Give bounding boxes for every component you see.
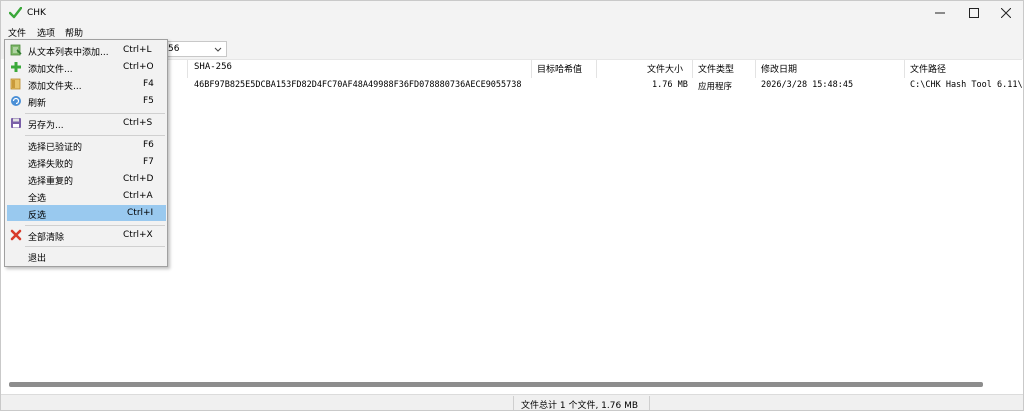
title-bar[interactable]: CHK bbox=[1, 1, 1023, 25]
plus-icon bbox=[11, 62, 21, 72]
menu-item-select-failed[interactable]: 选择失败的 F7 bbox=[7, 154, 166, 170]
close-icon bbox=[1001, 8, 1011, 18]
menu-item-invert-selection[interactable]: 反选 Ctrl+I bbox=[7, 205, 166, 221]
file-menu-dropdown: 从文本列表中添加... Ctrl+L 添加文件... Ctrl+O 添加文件夹.… bbox=[4, 39, 168, 267]
menu-item-label: 添加文件夹... bbox=[28, 82, 82, 92]
menu-item-clear-all[interactable]: 全部清除 Ctrl+X bbox=[7, 227, 166, 243]
menu-separator bbox=[25, 113, 165, 114]
minimize-button[interactable] bbox=[923, 1, 957, 25]
menu-item-label: 全部清除 bbox=[28, 233, 65, 243]
menu-item-add-from-list[interactable]: 从文本列表中添加... Ctrl+L bbox=[7, 42, 166, 58]
column-separator[interactable] bbox=[596, 60, 597, 78]
cell-size: 1.76 MB bbox=[652, 80, 688, 90]
menu-item-save-as[interactable]: 另存为... Ctrl+S bbox=[7, 115, 166, 131]
menu-item-shortcut: Ctrl+D bbox=[123, 174, 154, 184]
column-header-path[interactable]: 文件路径 bbox=[910, 62, 946, 76]
column-header-size[interactable]: 文件大小 bbox=[647, 62, 683, 76]
menu-item-shortcut: Ctrl+I bbox=[127, 208, 154, 218]
green-check-icon bbox=[9, 7, 22, 19]
menu-item-shortcut: F5 bbox=[143, 96, 154, 106]
menu-item-label: 另存为... bbox=[28, 121, 64, 131]
cell-type: 应用程序 bbox=[698, 82, 733, 92]
add-from-list-icon bbox=[10, 44, 22, 56]
status-divider bbox=[649, 396, 650, 410]
maximize-button[interactable] bbox=[957, 1, 991, 25]
menu-item-add-folder[interactable]: 添加文件夹... F4 bbox=[7, 76, 166, 92]
menu-item-label: 从文本列表中添加... bbox=[28, 48, 109, 58]
menu-item-label: 刷新 bbox=[28, 99, 47, 109]
maximize-icon bbox=[969, 8, 979, 18]
minimize-icon bbox=[935, 12, 945, 14]
refresh-icon bbox=[11, 96, 21, 106]
menu-item-label: 退出 bbox=[28, 254, 47, 264]
folder-icon bbox=[10, 78, 21, 90]
menu-item-select-verified[interactable]: 选择已验证的 F6 bbox=[7, 137, 166, 153]
menu-item-label: 添加文件... bbox=[28, 65, 73, 75]
menu-item-exit[interactable]: 退出 bbox=[7, 248, 166, 264]
menu-item-add-file[interactable]: 添加文件... Ctrl+O bbox=[7, 59, 166, 75]
save-icon bbox=[11, 118, 21, 128]
menu-item-label: 选择失败的 bbox=[28, 160, 74, 170]
menu-item-shortcut: F4 bbox=[143, 79, 154, 89]
cell-sha256: 46BF97B825E5DCBA153FD82D4FC70AF48A49988F… bbox=[194, 80, 522, 90]
status-summary: 文件总计 1 个文件, 1.76 MB bbox=[521, 401, 639, 411]
status-bar: 文件总计 1 个文件, 1.76 MB bbox=[1, 394, 1023, 411]
menu-file[interactable]: 文件 bbox=[8, 26, 26, 39]
column-header-sha256[interactable]: SHA-256 bbox=[194, 62, 232, 76]
status-divider bbox=[513, 396, 514, 410]
menu-bar: 文件 选项 帮助 bbox=[1, 25, 1023, 39]
menu-options[interactable]: 选项 bbox=[37, 26, 55, 39]
column-separator[interactable] bbox=[692, 60, 693, 78]
menu-separator bbox=[25, 246, 165, 247]
cell-modified: 2026/3/28 15:48:45 bbox=[761, 80, 854, 90]
red-x-icon bbox=[10, 229, 22, 241]
menu-item-select-all[interactable]: 全选 Ctrl+A bbox=[7, 188, 166, 204]
column-separator[interactable] bbox=[187, 60, 188, 78]
menu-item-refresh[interactable]: 刷新 F5 bbox=[7, 93, 166, 109]
column-separator[interactable] bbox=[755, 60, 756, 78]
menu-item-shortcut: Ctrl+S bbox=[123, 118, 153, 128]
cell-path: C:\CHK Hash Tool 6.11\ bbox=[910, 80, 1023, 90]
close-button[interactable] bbox=[989, 1, 1023, 25]
menu-item-shortcut: Ctrl+L bbox=[123, 45, 152, 55]
horizontal-scrollbar[interactable] bbox=[9, 382, 983, 387]
menu-item-label: 选择已验证的 bbox=[28, 143, 83, 153]
column-header-target-hash[interactable]: 目标哈希值 bbox=[537, 62, 582, 76]
menu-help[interactable]: 帮助 bbox=[65, 26, 83, 39]
hash-algorithm-value: 56 bbox=[168, 44, 180, 54]
menu-item-shortcut: F7 bbox=[143, 157, 154, 167]
menu-item-shortcut: Ctrl+A bbox=[123, 191, 153, 201]
menu-item-label: 反选 bbox=[28, 211, 47, 221]
menu-separator bbox=[25, 225, 165, 226]
column-separator[interactable] bbox=[531, 60, 532, 78]
window-title: CHK bbox=[27, 8, 46, 18]
menu-item-shortcut: F6 bbox=[143, 140, 154, 150]
chevron-down-icon bbox=[214, 47, 222, 52]
column-header-modified[interactable]: 修改日期 bbox=[761, 62, 797, 76]
menu-item-shortcut: Ctrl+O bbox=[123, 62, 154, 72]
menu-item-label: 选择重复的 bbox=[28, 177, 74, 187]
menu-item-select-duplicates[interactable]: 选择重复的 Ctrl+D bbox=[7, 171, 166, 187]
menu-item-shortcut: Ctrl+X bbox=[123, 230, 153, 240]
menu-separator bbox=[25, 135, 165, 136]
menu-item-label: 全选 bbox=[28, 194, 47, 204]
column-separator[interactable] bbox=[904, 60, 905, 78]
column-header-type[interactable]: 文件类型 bbox=[698, 62, 734, 76]
app-window: CHK 文件 选项 帮助 56 SHA-256 目标哈希值 文件大小 文件类型 … bbox=[0, 0, 1024, 411]
